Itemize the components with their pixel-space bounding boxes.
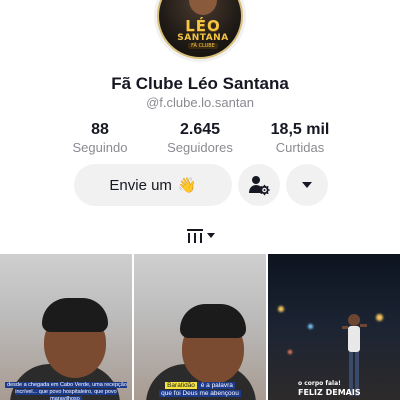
profile-handle: @f.clube.lo.santan	[146, 95, 254, 110]
stat-label: Seguidores	[167, 140, 233, 155]
avatar-logo: LÉO SANTANA FÃ CLUBE	[175, 17, 231, 51]
profile-name: Fã Clube Léo Santana	[111, 74, 289, 93]
tab-videos[interactable]	[186, 228, 215, 244]
video-thumbnail[interactable]: Baratidão é a palavra que foi Deus me ab…	[134, 254, 266, 400]
logo-line-2: SANTANA	[177, 33, 229, 43]
stat-followers[interactable]: 2.645 Seguidores	[150, 120, 250, 156]
video-caption-big: FELIZ DEMAIS	[298, 388, 361, 397]
person-cap	[42, 298, 108, 332]
stat-value: 88	[91, 121, 109, 138]
light	[278, 306, 284, 312]
videos-grid-icon	[186, 229, 203, 243]
profile-stats: 88 Seguindo 2.645 Seguidores 18,5 mil Cu…	[50, 120, 350, 156]
avatar-face	[189, 0, 217, 15]
video-thumbnail[interactable]: o corpo fala! FELIZ DEMAIS	[268, 254, 400, 400]
video-caption-small: o corpo fala!	[298, 380, 341, 387]
caret-down-icon	[302, 182, 312, 188]
more-options-dropdown[interactable]	[286, 164, 328, 206]
caret-down-icon	[206, 233, 215, 238]
content-tabs	[0, 222, 400, 250]
stat-following[interactable]: 88 Seguindo	[50, 120, 150, 156]
person-cap	[180, 304, 246, 338]
video-thumbnail[interactable]: desde a chegada em Cabo Verde, uma recep…	[0, 254, 132, 400]
logo-line-3: FÃ CLUBE	[188, 43, 218, 49]
person-settings-icon	[249, 176, 270, 196]
logo-line-1: LÉO	[185, 17, 221, 35]
avatar-image: LÉO SANTANA FÃ CLUBE	[157, 0, 243, 59]
add-friend-button[interactable]	[238, 164, 280, 206]
light	[376, 314, 383, 321]
stat-value: 2.645	[179, 121, 221, 138]
video-caption: desde a chegada em Cabo Verde, uma recep…	[5, 382, 127, 400]
stat-label: Seguindo	[72, 140, 128, 155]
profile-avatar[interactable]: LÉO SANTANA FÃ CLUBE	[154, 0, 246, 62]
video-grid: desde a chegada em Cabo Verde, uma recep…	[0, 254, 400, 400]
wave-emoji: 👋	[177, 177, 197, 194]
video-caption: Baratidão é a palavra que foi Deus me ab…	[159, 382, 241, 397]
light	[288, 350, 292, 354]
profile-actions: Envie um 👋	[74, 164, 328, 206]
light	[308, 324, 313, 329]
stat-value: 18,5 mil	[270, 121, 330, 138]
stat-label: Curtidas	[275, 140, 325, 155]
stat-likes[interactable]: 18,5 mil Curtidas	[250, 120, 350, 156]
send-message-label: Envie um	[109, 176, 172, 194]
send-message-button[interactable]: Envie um 👋	[74, 164, 232, 206]
